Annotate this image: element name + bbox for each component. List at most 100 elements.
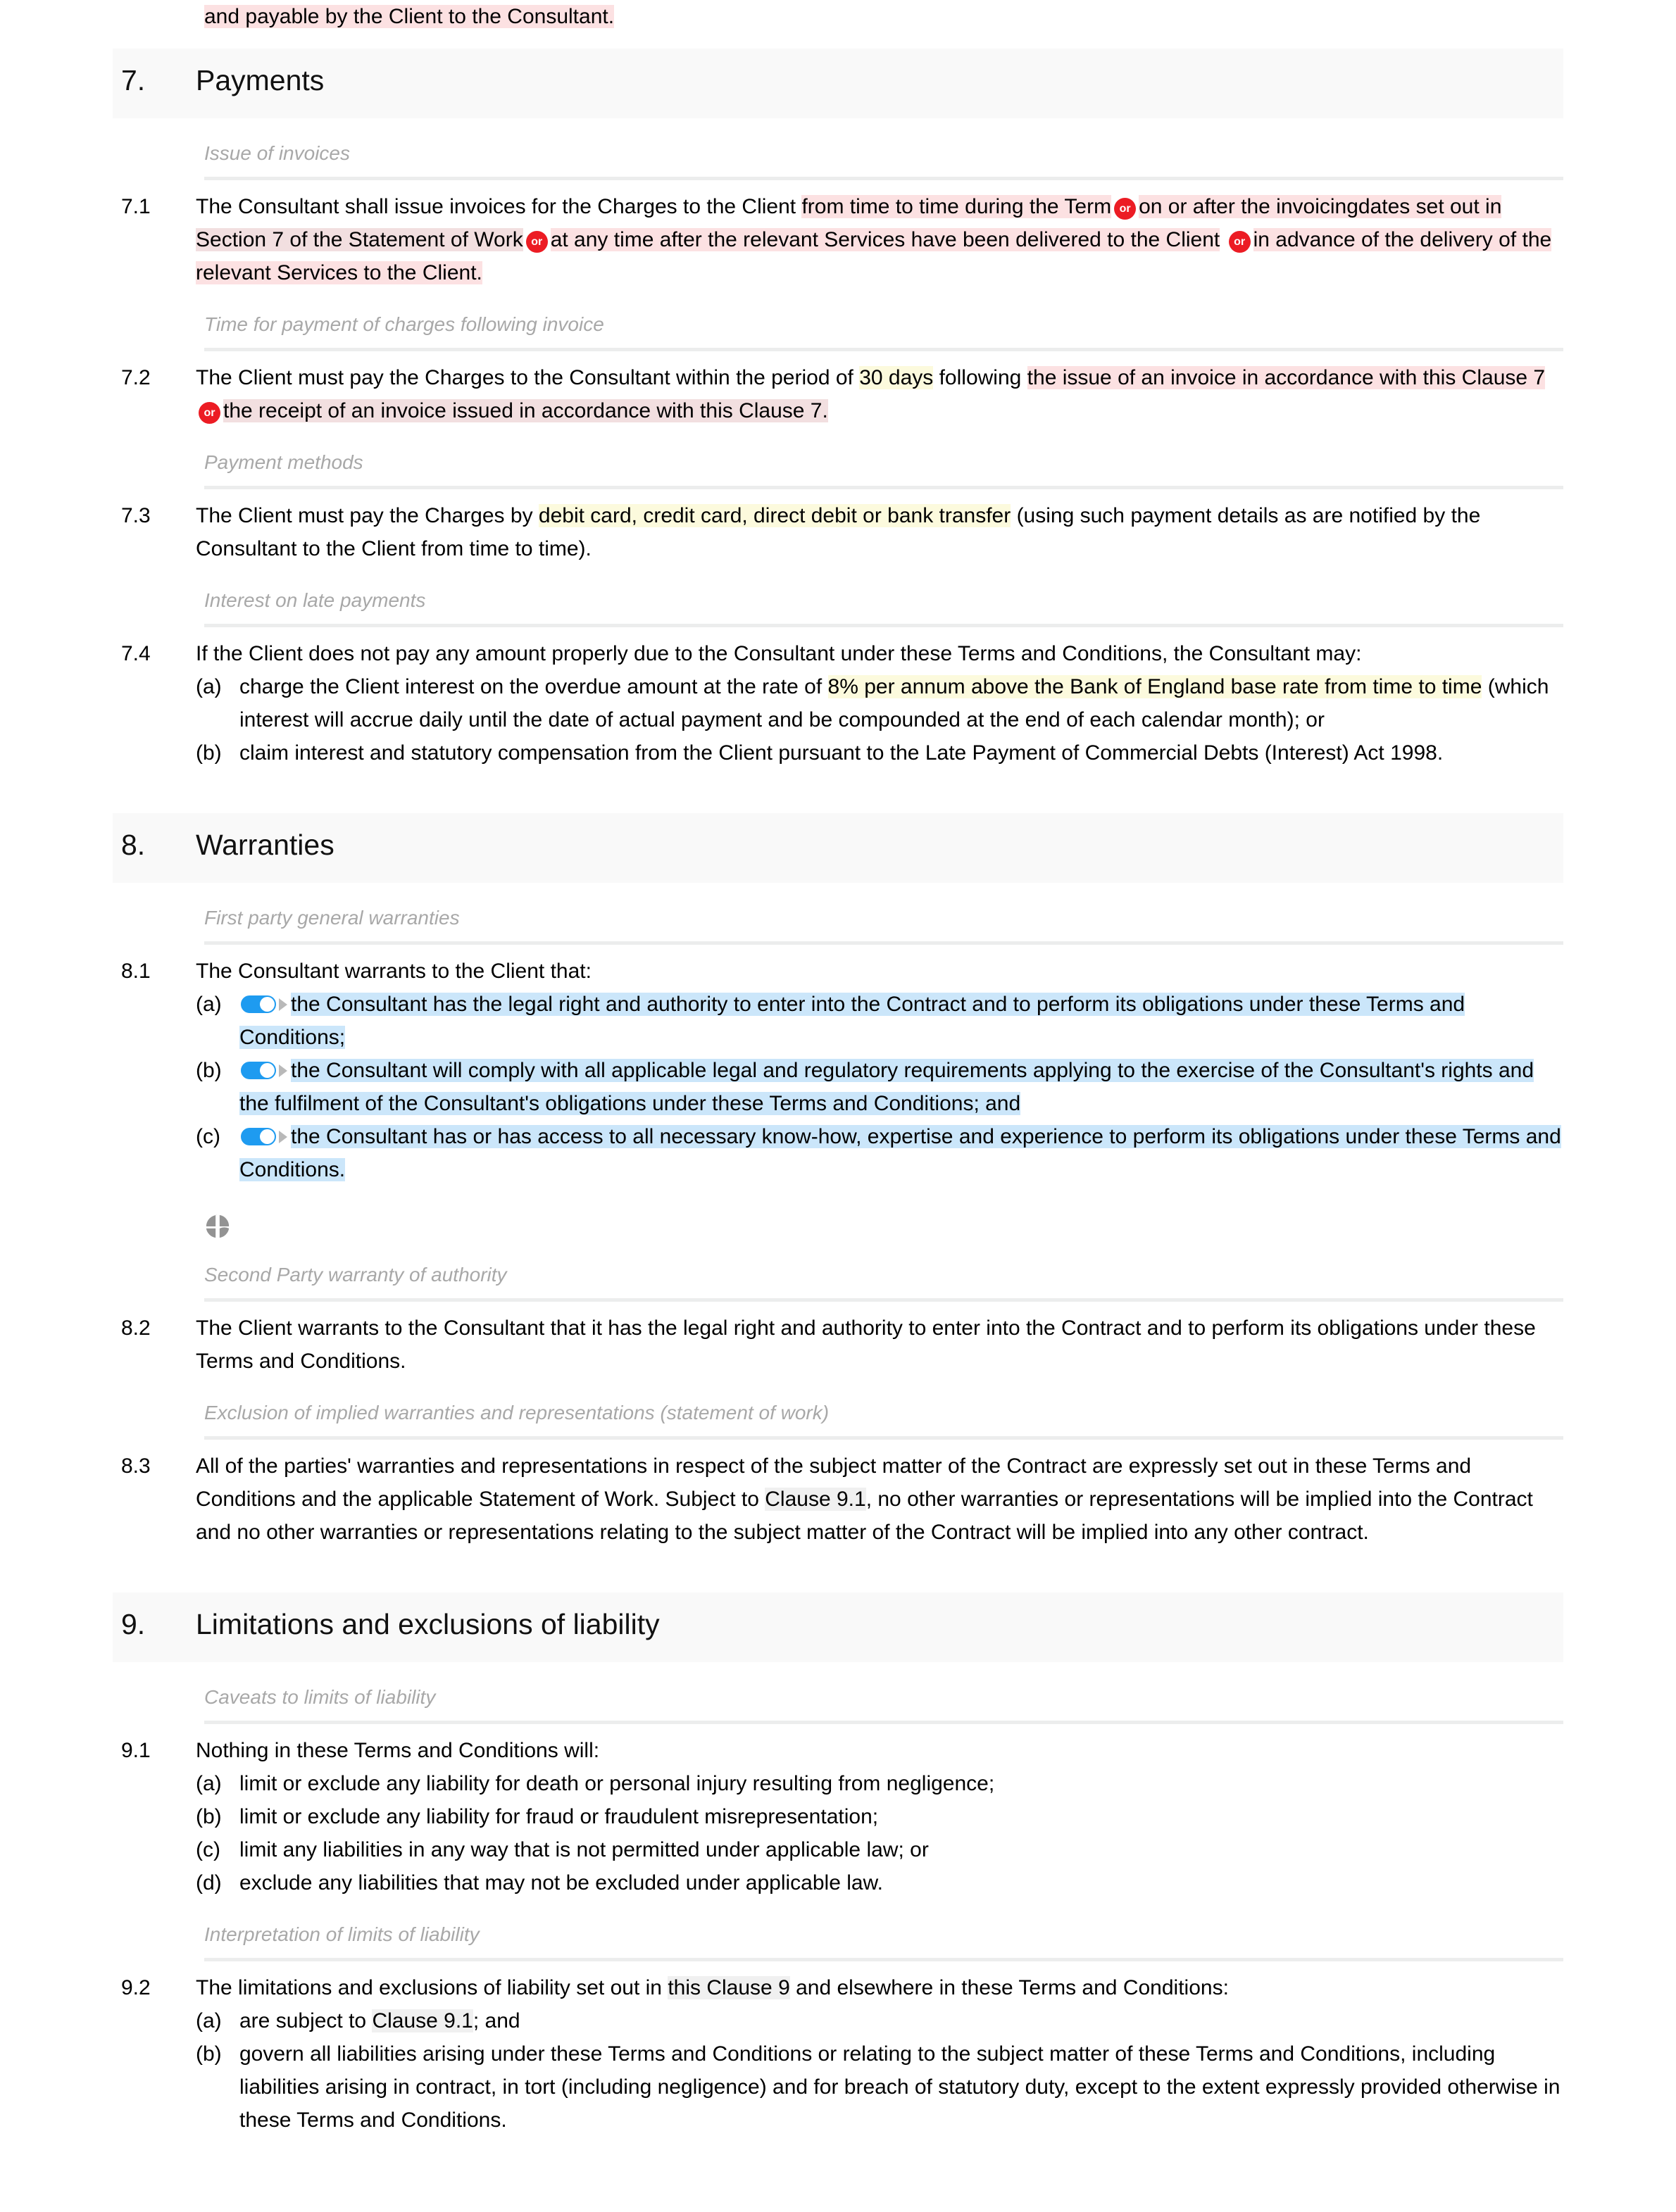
clause-number: 7.3 (121, 504, 151, 527)
list-item: (b) govern all liabilities arising under… (196, 2037, 1563, 2137)
clause-number: 9.2 (121, 1976, 151, 1999)
clause-7-2: 7.2 The Client must pay the Charges to t… (0, 361, 1676, 427)
list-item: (c) limit any liabilities in any way tha… (196, 1833, 1563, 1866)
clause-number: 8.1 (121, 960, 151, 983)
chevron-right-icon (279, 998, 287, 1011)
divider (204, 1721, 1563, 1724)
subheading-block-payment-methods: Payment methods (113, 427, 1563, 489)
or-badge-2[interactable]: or (525, 231, 548, 253)
list-text: charge the Client interest on the overdu… (239, 670, 1563, 736)
or-badge-3[interactable]: or (1228, 231, 1251, 253)
list-text: limit or exclude any liability for death… (239, 1772, 995, 1795)
subheading-block-issue-of-invoices: Issue of invoices (113, 118, 1563, 180)
seg-b: ; and (473, 2009, 520, 2032)
section-number: 7. (121, 64, 146, 96)
seg-a: charge the Client interest on the overdu… (239, 675, 828, 698)
clause-text: The limitations and exclusions of liabil… (196, 1971, 1563, 2137)
toggle-knob (260, 1063, 275, 1078)
subheading-block-time-for-payment: Time for payment of charges following in… (113, 289, 1563, 351)
clause-9-2: 9.2 The limitations and exclusions of li… (0, 1971, 1676, 2137)
continued-paragraph: and payable by the Client to the Consult… (0, 0, 1676, 33)
list-text: the Consultant has or has access to all … (239, 1120, 1563, 1186)
list-marker: (a) (196, 2009, 222, 2032)
subheading-block-second-party-warranty: Second Party warranty of authority (113, 1240, 1563, 1302)
section-title: Payments (196, 64, 325, 96)
seg-a: are subject to (239, 2009, 373, 2032)
clause-number: 9.1 (121, 1739, 151, 1762)
clause-cross-reference[interactable]: Clause 9.1 (372, 2009, 473, 2032)
subheading-label: Payment methods (204, 451, 363, 473)
or-badge-4[interactable]: or (199, 402, 220, 424)
move-quadrant-icon-container[interactable] (113, 1186, 1563, 1240)
clause-text: The Consultant shall issue invoices for … (196, 190, 1563, 289)
clause-8-2: 8.2 The Client warrants to the Consultan… (0, 1312, 1676, 1378)
sublist: (a) are subject to Clause 9.1; and (b) g… (196, 2004, 1563, 2137)
divider (204, 624, 1563, 627)
clause-7-1-seg-d: dates set out in (1358, 195, 1502, 218)
clause-number: 8.3 (121, 1454, 151, 1478)
subheading-label: Second Party warranty of authority (204, 1264, 507, 1286)
chevron-right-icon (279, 1131, 287, 1143)
clause-text: The Client warrants to the Consultant th… (196, 1316, 1536, 1373)
document-page: and payable by the Client to the Consult… (0, 0, 1676, 2212)
clause-8-1-lead: The Consultant warrants to the Client th… (196, 960, 592, 983)
sublist: (a) charge the Client interest on the ov… (196, 670, 1563, 769)
clause-number: 7.1 (121, 195, 151, 218)
divider (204, 1436, 1563, 1440)
list-item: (b) limit or exclude any liability for f… (196, 1800, 1563, 1833)
divider (204, 1298, 1563, 1302)
section-number: 8. (121, 829, 146, 861)
clause-7-1-seg-a: The Consultant shall issue invoices for … (196, 195, 802, 218)
clause-text: The Client must pay the Charges by debit… (196, 499, 1563, 565)
subheading-label: Caveats to limits of liability (204, 1686, 436, 1708)
list-marker: (a) (196, 1772, 222, 1795)
divider (204, 486, 1563, 489)
clause-7-2-days: 30 days (859, 366, 934, 389)
clause-cross-reference[interactable]: Clause 9.1 (765, 1488, 866, 1511)
toggle-knob (260, 1129, 275, 1144)
clause-7-1-seg-e: Section 7 of the Statement of Work (196, 228, 523, 251)
subheading-label: Time for payment of charges following in… (204, 313, 604, 335)
subheading-block-exclusion-implied-warranties: Exclusion of implied warranties and repr… (113, 1378, 1563, 1440)
subheading-block-caveats-limits-liability: Caveats to limits of liability (113, 1662, 1563, 1724)
toggle-switch-on[interactable] (239, 994, 277, 1014)
clause-text: The Client must pay the Charges to the C… (196, 361, 1563, 427)
list-marker: (b) (196, 1059, 222, 1082)
continued-text: and payable by the Client to the Consult… (204, 5, 615, 28)
clause-9-1-lead: Nothing in these Terms and Conditions wi… (196, 1739, 600, 1762)
clause-9-1: 9.1 Nothing in these Terms and Condition… (0, 1734, 1676, 1899)
clause-7-2-seg-c: the issue of an invoice in accordance wi… (1027, 366, 1546, 389)
list-marker: (c) (196, 1125, 220, 1148)
interest-rate: 8% per annum above the Bank of England b… (827, 675, 1482, 698)
list-item: (c) the Consultant has or has access to … (196, 1120, 1563, 1186)
list-item: (a) charge the Client interest on the ov… (196, 670, 1563, 736)
list-text: limit any liabilities in any way that is… (239, 1838, 929, 1861)
toggle-switch-on[interactable] (239, 1060, 277, 1081)
divider (204, 348, 1563, 351)
clause-cross-reference[interactable]: this Clause 9 (668, 1976, 790, 1999)
clause-text: If the Client does not pay any amount pr… (196, 637, 1563, 769)
move-quadrant-icon[interactable] (204, 1213, 231, 1240)
list-text: the Consultant will comply with all appl… (239, 1054, 1563, 1120)
toggle-switch-on[interactable] (239, 1126, 277, 1147)
or-badge-1[interactable]: or (1114, 198, 1137, 220)
list-item: (a) limit or exclude any liability for d… (196, 1767, 1563, 1800)
subheading-label: Exclusion of implied warranties and repr… (204, 1402, 830, 1424)
list-text: limit or exclude any liability for fraud… (239, 1805, 879, 1828)
list-marker: (d) (196, 1871, 222, 1894)
clause-8-3: 8.3 All of the parties' warranties and r… (0, 1450, 1676, 1549)
seg-b: and elsewhere in these Terms and Conditi… (789, 1976, 1229, 1999)
divider (204, 177, 1563, 180)
subheading-label: First party general warranties (204, 907, 460, 929)
divider (204, 1958, 1563, 1961)
subheading-block-interpretation-limits-liability: Interpretation of limits of liability (113, 1899, 1563, 1961)
clause-text: Nothing in these Terms and Conditions wi… (196, 1734, 1563, 1899)
clause-7-4-lead: If the Client does not pay any amount pr… (196, 642, 1362, 665)
toggle-knob (260, 997, 275, 1012)
clause-7-2-seg-a: The Client must pay the Charges to the C… (196, 366, 860, 389)
warranty-text: the Consultant will comply with all appl… (239, 1059, 1534, 1115)
chevron-right-icon (279, 1064, 287, 1077)
clause-7-4: 7.4 If the Client does not pay any amoun… (0, 637, 1676, 769)
subheading-label: Interpretation of limits of liability (204, 1923, 480, 1945)
clause-7-2-seg-b: following (933, 366, 1027, 389)
